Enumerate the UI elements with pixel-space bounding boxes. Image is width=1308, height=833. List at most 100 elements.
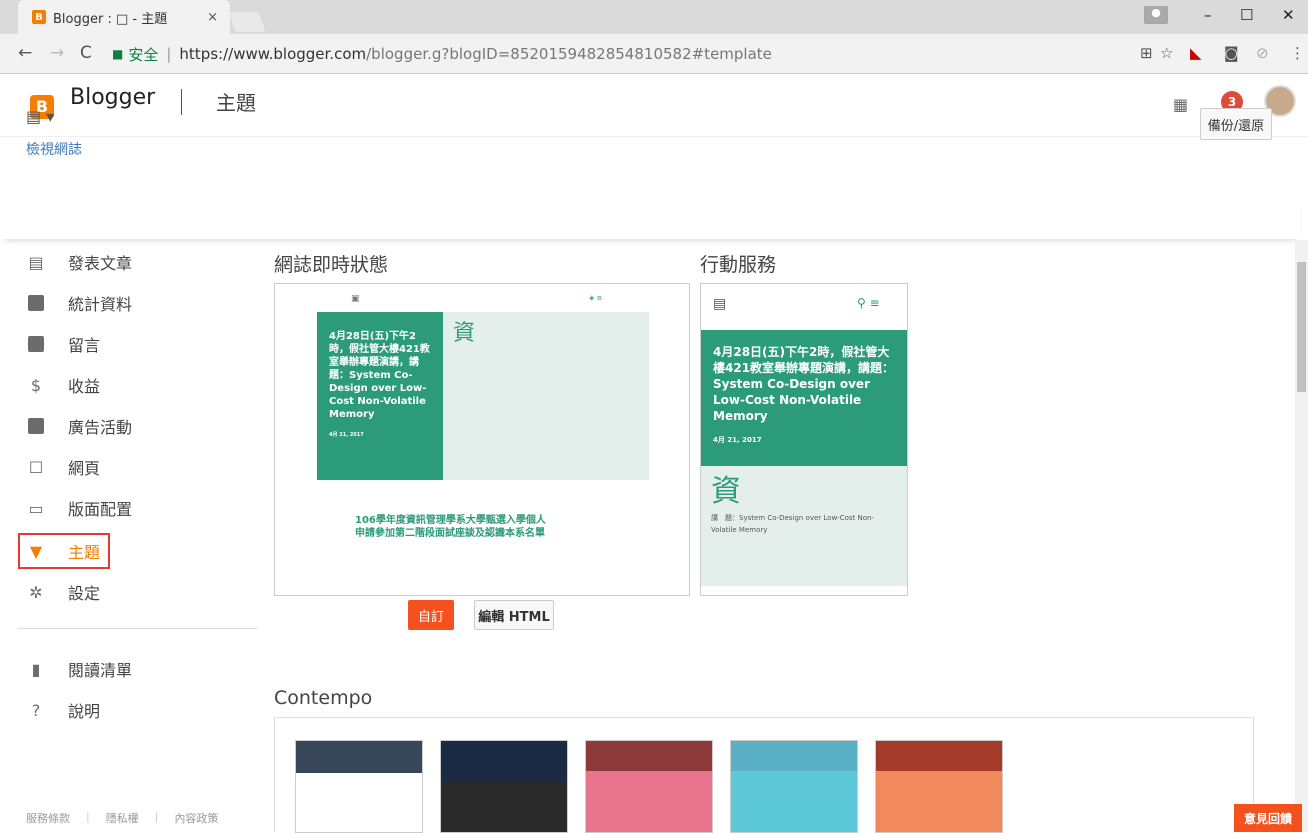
sidebar-item-reading-list[interactable]: ▮ 閱讀清單 — [26, 654, 132, 684]
pdf-extension-icon[interactable]: ◣ — [1190, 44, 1202, 62]
view-blog-link[interactable]: 檢視網誌 — [26, 139, 82, 159]
chrome-menu-icon[interactable]: ⋮ — [1290, 44, 1305, 62]
chevron-down-icon: ▾ — [46, 107, 55, 126]
preview-post-body: 資 — [443, 312, 649, 480]
sidebar-item-label: 版面配置 — [68, 500, 133, 519]
post-title-text: 4月28日(五)下午2時，假社管大樓421教室舉辦專題演講，講題：System … — [329, 331, 430, 420]
blog-icon: ▤ — [26, 107, 42, 126]
camera-extension-icon[interactable]: ◙ — [1224, 44, 1239, 62]
theme-thumbnail[interactable] — [295, 740, 423, 833]
maximize-button[interactable]: ☐ — [1240, 6, 1253, 24]
sidebar-item-earnings[interactable]: $ 收益 — [26, 370, 100, 400]
content-policy-link[interactable]: 內容政策 — [174, 810, 218, 826]
mobile-post-title: 4月28日(五)下午2時，假社管大樓421教室舉辦專題演講，講題：System … — [701, 330, 907, 466]
sidebar-item-comments[interactable]: 留言 — [26, 329, 100, 359]
blog-selector[interactable]: ▤ ▾ — [26, 107, 54, 126]
edit-html-button[interactable]: 編輯 HTML — [474, 600, 554, 630]
preview-post-title: 4月28日(五)下午2時，假社管大樓421教室舉辦專題演講，講題：System … — [317, 312, 443, 480]
sidebar-item-pages[interactable]: ☐ 網頁 — [26, 452, 100, 482]
sidebar-item-campaigns[interactable]: 廣告活動 — [26, 411, 132, 441]
theme-thumbnail[interactable] — [440, 740, 568, 833]
header-shadow — [0, 193, 1300, 239]
mobile-preview[interactable]: ▤ ⚲ ≡ 4月28日(五)下午2時，假社管大樓421教室舉辦專題演講，講題：S… — [700, 283, 908, 596]
bookmark-star-icon[interactable]: ☆ — [1160, 44, 1173, 62]
blogger-favicon-icon: B — [32, 10, 46, 24]
dollar-icon: $ — [30, 375, 42, 395]
layout-icon: ▭ — [28, 498, 44, 518]
bookmark-icon: ▮ — [31, 659, 41, 679]
extension-icon[interactable]: ⊘ — [1256, 44, 1269, 62]
sidebar-item-layout[interactable]: ▭ 版面配置 — [26, 493, 132, 523]
gear-icon: ✲ — [29, 582, 43, 602]
theme-thumbnail[interactable] — [585, 740, 713, 833]
mobile-post-body: 資 講 題：System Co-Design over Low-Cost Non… — [701, 466, 907, 586]
tab-close-icon[interactable]: × — [207, 10, 218, 25]
mobile-body-text: 講 題：System Co-Design over Low-Cost Non-V… — [711, 514, 874, 534]
address-bar[interactable]: ■ 安全 | https://www.blogger.com /blogger.… — [112, 40, 1122, 68]
sidebar-item-posts[interactable]: ▤ 發表文章 — [26, 247, 132, 277]
terms-link[interactable]: 服務條款 — [26, 810, 70, 826]
back-icon[interactable]: ← — [18, 43, 32, 63]
sidebar-item-label: 廣告活動 — [68, 418, 133, 437]
privacy-link[interactable]: 隱私權 — [106, 810, 139, 826]
browser-tab-strip: B Blogger : □ - 主題 × ● – ☐ ✕ — [0, 0, 1308, 34]
preview-menu-icon: ▣ — [351, 294, 360, 304]
sidebar-item-stats[interactable]: 統計資料 — [26, 288, 132, 318]
sidebar-item-help[interactable]: ? 說明 — [26, 695, 100, 725]
preview-big-char: 資 — [453, 321, 476, 346]
blogger-header: B Blogger 主題 ▦ 3 — [0, 75, 1308, 193]
scrollbar-thumb[interactable] — [1297, 262, 1306, 392]
page-icon: ☐ — [28, 457, 44, 477]
feedback-button[interactable]: 意見回饋 — [1234, 804, 1302, 832]
mobile-search-icon: ⚲ ≡ — [857, 296, 880, 310]
footer-links: 服務條款 | 隱私權 | 內容政策 — [26, 810, 218, 826]
url-separator: | — [166, 45, 172, 63]
footer-separator: | — [86, 810, 90, 823]
sidebar-item-settings[interactable]: ✲ 設定 — [26, 577, 100, 607]
live-blog-title: 網誌即時狀態 — [274, 254, 389, 276]
page-title: 主題 — [216, 91, 256, 115]
url-host: https://www.blogger.com — [179, 45, 367, 63]
sidebar-item-label: 統計資料 — [68, 295, 133, 314]
stats-icon — [26, 293, 46, 313]
desktop-preview[interactable]: ▣ ◈ ≡ 4月28日(五)下午2時，假社管大樓421教室舉辦專題演講，講題：S… — [274, 283, 690, 596]
apps-grid-icon[interactable]: ▦ — [1173, 95, 1188, 114]
mobile-title-text: 4月28日(五)下午2時，假社管大樓421教室舉辦專題演講，講題：System … — [713, 345, 895, 423]
sidebar-item-label: 設定 — [68, 584, 101, 603]
sidebar-item-label: 收益 — [68, 377, 101, 396]
comment-icon — [26, 334, 46, 354]
close-window-button[interactable]: ✕ — [1282, 6, 1295, 24]
minimize-button[interactable]: – — [1204, 6, 1212, 24]
tab-title: Blogger : □ - 主題 — [53, 11, 168, 27]
reload-icon[interactable]: C — [80, 43, 92, 63]
mobile-menu-icon: ▤ — [713, 296, 727, 312]
gallery-title: Contempo — [274, 687, 373, 709]
sidebar-item-label: 網頁 — [68, 459, 101, 478]
preview-second-post: 106學年度資訊管理學系大學甄選入學個人申請參加第二階段面試座談及認識本系名單 — [355, 515, 546, 539]
sidebar-item-label: 發表文章 — [68, 254, 133, 273]
mobile-big-char: 資 — [711, 474, 741, 509]
help-icon: ? — [31, 700, 41, 720]
url-path: /blogger.g?blogID=8520159482854810582#te… — [366, 45, 772, 63]
lock-icon: ■ — [112, 47, 124, 61]
forward-icon[interactable]: → — [50, 43, 64, 63]
customize-button[interactable]: 自訂 — [408, 600, 454, 630]
theme-gallery — [274, 717, 1254, 833]
app-name[interactable]: Blogger — [70, 85, 155, 110]
profile-icon[interactable]: ● — [1144, 6, 1168, 24]
browser-tab[interactable]: B Blogger : □ - 主題 × — [18, 0, 230, 34]
backup-restore-button[interactable]: 備份/還原 — [1200, 108, 1272, 140]
posts-icon: ▤ — [28, 252, 44, 272]
sidebar-item-label: 閱讀清單 — [68, 661, 133, 680]
theme-thumbnail[interactable] — [730, 740, 858, 833]
theme-thumbnail[interactable] — [875, 740, 1003, 833]
header-divider — [181, 89, 182, 115]
mobile-title: 行動服務 — [700, 254, 777, 276]
translate-icon[interactable]: ⊞ — [1140, 44, 1153, 62]
active-highlight-frame — [18, 533, 110, 569]
new-tab-button[interactable] — [228, 12, 266, 32]
preview-search-icon: ◈ ≡ — [589, 294, 603, 302]
ad-icon — [26, 416, 46, 436]
secure-label: 安全 — [128, 45, 159, 64]
post-date: 4月 21, 2017 — [329, 432, 364, 438]
